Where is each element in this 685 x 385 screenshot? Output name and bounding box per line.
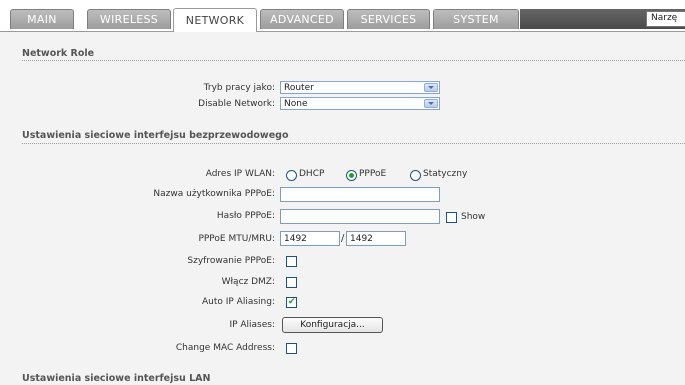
network-mode-label: Tryb pracy jako:	[203, 83, 275, 93]
tab-system[interactable]: SYSTEM	[433, 9, 519, 29]
pppoe-mtu-label: PPPoE MTU/MRU:	[198, 234, 275, 244]
disable-network-value: None	[284, 99, 308, 109]
pppoe-password-label: Hasło PPPoE:	[216, 211, 275, 221]
network-mode-value: Router	[284, 83, 314, 93]
pppoe-mtu-input[interactable]: 1492	[280, 231, 340, 246]
configure-ip-aliases-button[interactable]: Konfiguracja...	[282, 317, 383, 333]
pppoe-username-label: Nazwa użytkownika PPPoE:	[153, 189, 275, 199]
show-password-label: Show	[461, 212, 486, 222]
tab-services[interactable]: SERVICES	[347, 9, 430, 29]
pppoe-encryption-checkbox[interactable]	[286, 256, 297, 267]
radio-dhcp[interactable]	[286, 170, 297, 181]
tab-wireless[interactable]: WIRELESS	[87, 9, 171, 29]
enable-dmz-label: Włącz DMZ:	[221, 277, 275, 287]
tab-main[interactable]: MAIN	[10, 9, 74, 29]
checkmark-icon: ✔	[288, 297, 296, 307]
top-navigation-bar: MAIN WIRELESS NETWORK ADVANCED SERVICES …	[0, 0, 685, 32]
tools-select[interactable]: Narzę	[646, 11, 685, 27]
wlan-ip-label: Adres IP WLAN:	[205, 169, 275, 179]
section-title-network-role: Network Role	[22, 48, 95, 59]
mtu-mru-separator: /	[341, 233, 345, 244]
pppoe-encryption-label: Szyfrowanie PPPoE:	[187, 256, 275, 266]
tab-network[interactable]: NETWORK	[173, 8, 257, 32]
content-panel: Network Role Tryb pracy jako: Router Dis…	[0, 32, 685, 385]
tab-advanced[interactable]: ADVANCED	[260, 9, 344, 29]
section-title-wireless: Ustawienia sieciowe interfejsu bezprzewo…	[22, 130, 289, 141]
enable-dmz-checkbox[interactable]	[286, 277, 297, 288]
radio-selected-dot	[349, 173, 354, 178]
disable-network-label: Disable Network:	[198, 99, 275, 109]
chevron-down-icon	[424, 99, 438, 108]
change-mac-checkbox[interactable]	[286, 343, 297, 354]
chevron-down-icon	[424, 83, 438, 92]
show-password-checkbox[interactable]	[446, 212, 457, 223]
network-mode-select[interactable]: Router	[280, 81, 440, 94]
radio-pppoe[interactable]	[346, 170, 357, 181]
auto-ip-aliasing-label: Auto IP Aliasing:	[201, 297, 275, 307]
radio-static-label: Statyczny	[423, 169, 468, 179]
pppoe-username-input[interactable]	[280, 187, 440, 202]
section-divider	[22, 143, 685, 144]
disable-network-select[interactable]: None	[280, 97, 440, 110]
radio-static[interactable]	[410, 170, 421, 181]
section-title-lan: Ustawienia sieciowe interfejsu LAN	[22, 373, 211, 384]
section-divider	[22, 60, 685, 61]
change-mac-label: Change MAC Address:	[175, 343, 275, 353]
ip-aliases-label: IP Aliases:	[229, 320, 275, 330]
radio-dhcp-label: DHCP	[299, 169, 325, 179]
pppoe-password-input[interactable]	[280, 209, 440, 224]
auto-ip-aliasing-checkbox[interactable]: ✔	[286, 297, 297, 308]
pppoe-mru-input[interactable]: 1492	[346, 231, 406, 246]
radio-pppoe-label: PPPoE	[359, 169, 387, 179]
